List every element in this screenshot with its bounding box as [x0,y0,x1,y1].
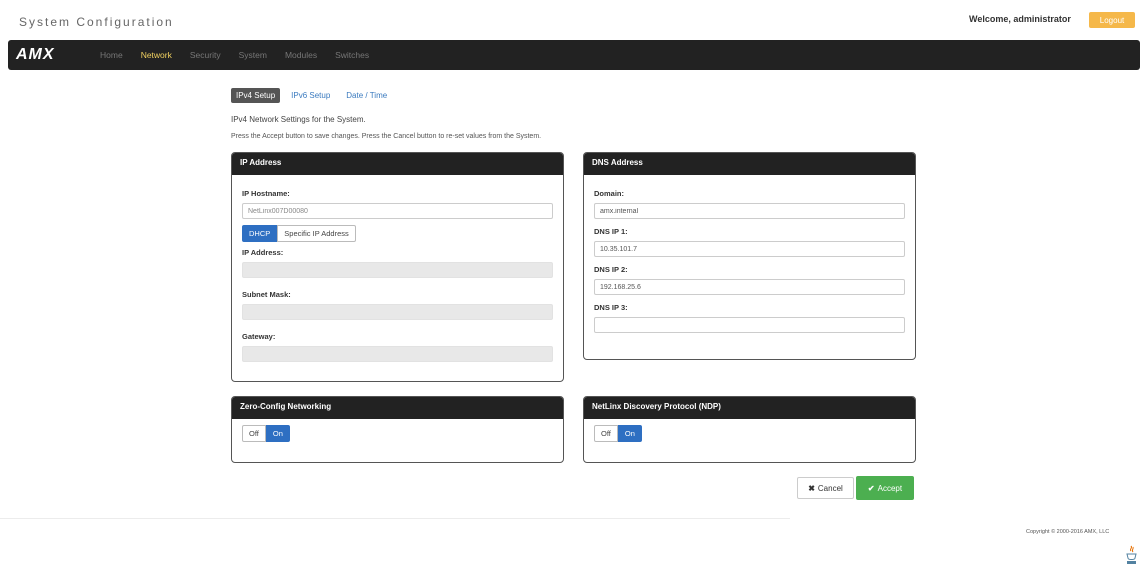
dns-ip-2-label: DNS IP 2: [594,265,628,274]
zero-config-panel: Zero-Config Networking Off On [231,396,564,463]
app-title: System Configuration [19,15,174,29]
copyright-text: Copyright © 2000-2016 AMX, LLC [1026,529,1110,535]
accept-button[interactable]: ✔ Accept [856,476,914,500]
gateway-label: Gateway: [242,332,276,341]
ip-address-panel: IP Address IP Hostname: DHCP Specific IP… [231,152,564,382]
subnet-mask-label: Subnet Mask: [242,290,291,299]
domain-label: Domain: [594,189,624,198]
dhcp-button[interactable]: DHCP [242,225,278,242]
dns-address-panel: DNS Address Domain: DNS IP 1: DNS IP 2: … [583,152,916,360]
ip-hostname-label: IP Hostname: [242,189,290,198]
page-description: IPv4 Network Settings for the System. [231,115,366,124]
nav-item-network[interactable]: Network [141,50,172,60]
zero-config-off-button[interactable]: Off [242,425,266,442]
ip-mode-toggle: DHCP Specific IP Address [242,225,553,242]
ndp-panel-title: NetLinx Discovery Protocol (NDP) [584,397,915,419]
nav-item-switches[interactable]: Switches [335,50,369,60]
tab-date-time[interactable]: Date / Time [341,88,392,103]
ndp-on-button[interactable]: On [617,425,642,442]
checkmark-icon: ✔ [867,483,875,493]
ndp-panel: NetLinx Discovery Protocol (NDP) Off On [583,396,916,463]
nav-item-security[interactable]: Security [190,50,221,60]
zero-config-on-button[interactable]: On [265,425,290,442]
subnet-mask-input[interactable] [242,304,553,320]
dns-ip-2-input[interactable] [594,279,905,295]
footer-divider [0,518,790,519]
cancel-button-label: Cancel [817,483,843,493]
welcome-text: Welcome, administrator [969,14,1071,24]
ndp-off-button[interactable]: Off [594,425,618,442]
dns-ip-3-input[interactable] [594,317,905,333]
dns-ip-1-input[interactable] [594,241,905,257]
domain-input[interactable] [594,203,905,219]
accept-button-label: Accept [877,483,903,493]
network-tabs: IPv4 Setup IPv6 Setup Date / Time [231,88,398,103]
ip-hostname-input[interactable] [242,203,553,219]
java-icon [1126,545,1137,564]
zero-config-toggle: Off On [242,425,553,442]
main-navbar: AMX Home Network Security System Modules… [8,40,1140,70]
page-instructions: Press the Accept button to save changes.… [231,133,542,140]
tab-ipv6-setup[interactable]: IPv6 Setup [286,88,335,103]
nav-item-system[interactable]: System [239,50,267,60]
gateway-input[interactable] [242,346,553,362]
zero-config-panel-title: Zero-Config Networking [232,397,563,419]
cancel-button[interactable]: ✖ Cancel [797,477,854,499]
dns-ip-1-label: DNS IP 1: [594,227,628,236]
amx-logo[interactable]: AMX [16,46,82,64]
ip-address-label: IP Address: [242,248,284,257]
close-icon: ✖ [808,483,815,493]
ip-address-panel-title: IP Address [232,153,563,175]
ip-address-input[interactable] [242,262,553,278]
ndp-toggle: Off On [594,425,905,442]
logout-button[interactable]: Logout [1089,12,1135,28]
tab-ipv4-setup[interactable]: IPv4 Setup [231,88,281,103]
dns-address-panel-title: DNS Address [584,153,915,175]
nav-item-modules[interactable]: Modules [285,50,317,60]
nav-item-home[interactable]: Home [100,50,123,60]
specific-ip-button[interactable]: Specific IP Address [277,225,356,242]
dns-ip-3-label: DNS IP 3: [594,303,628,312]
